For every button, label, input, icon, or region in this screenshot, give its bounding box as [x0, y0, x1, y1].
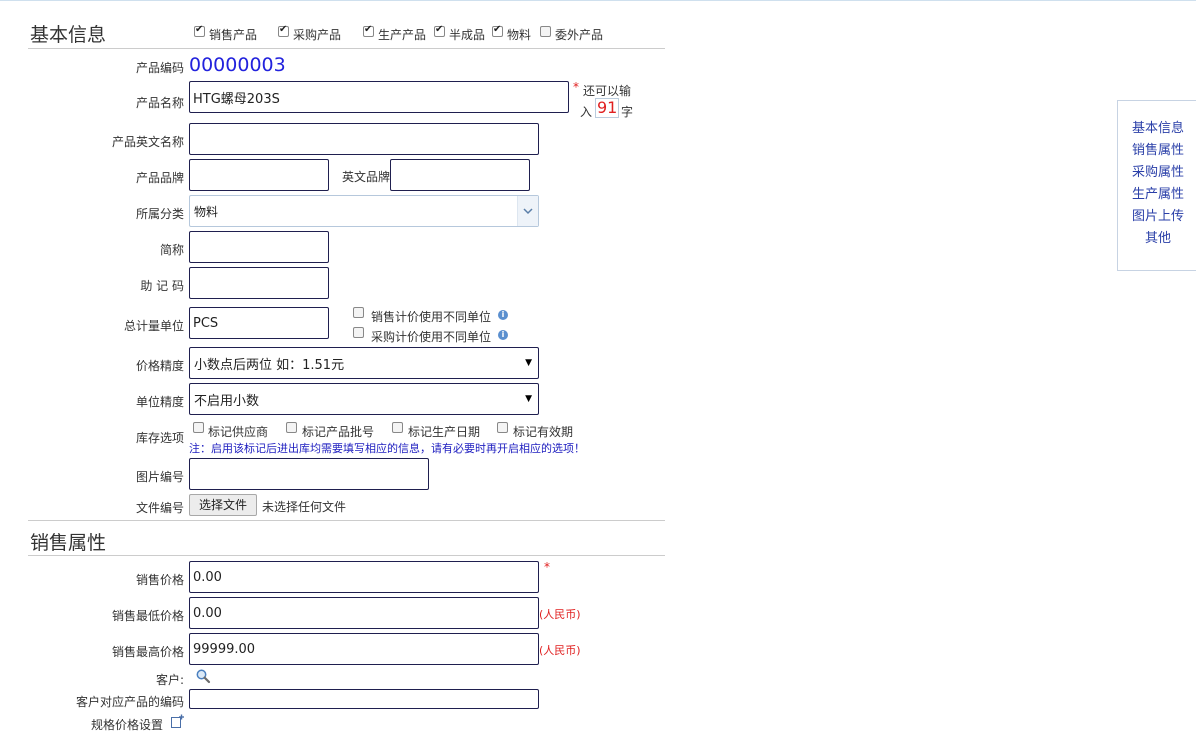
checkbox-label: 半成品	[449, 28, 486, 42]
max-price-label: 销售最高价格	[111, 645, 184, 659]
brand-label: 产品品牌	[135, 171, 184, 185]
checkbox-mark-batch[interactable]	[286, 422, 297, 433]
customer-code-input[interactable]	[189, 689, 539, 709]
stock-option-label: 标记供应商	[208, 425, 269, 439]
stock-options-label: 库存选项	[135, 431, 184, 445]
sale-price-input[interactable]: 0.00	[189, 561, 539, 593]
info-icon[interactable]: i	[498, 330, 508, 340]
product-name-input[interactable]: HTG螺母203S	[189, 81, 569, 113]
currency-unit: (人民币)	[539, 608, 581, 621]
english-name-input[interactable]	[189, 123, 539, 155]
price-precision-value: 小数点后两位 如：1.51元	[194, 357, 345, 373]
checkbox-outsourced[interactable]	[540, 26, 551, 37]
dropdown-arrow-icon: ▼	[525, 358, 532, 368]
stock-option-label: 标记产品批号	[302, 425, 375, 439]
stock-option-label: 标记有效期	[513, 425, 574, 439]
checkbox-label: 生产产品	[378, 28, 427, 42]
checkbox-semi-finished[interactable]	[434, 24, 445, 37]
file-no-label: 文件编号	[135, 501, 184, 515]
currency-unit: (人民币)	[539, 644, 581, 657]
english-brand-label: 英文品牌	[342, 170, 391, 184]
image-no-input[interactable]	[189, 458, 429, 490]
unit-precision-label: 单位精度	[135, 395, 184, 409]
sale-unit-label: 销售计价使用不同单位	[371, 310, 492, 324]
stock-note: 注：启用该标记后进出库均需要填写相应的信息，请有必要时再开启相应的选项！	[189, 442, 585, 455]
checkbox-sales-product[interactable]	[194, 24, 205, 37]
spec-price-label: 规格价格设置	[91, 718, 164, 732]
customer-code-label: 客户对应产品的编码	[75, 695, 184, 709]
sale-price-label: 销售价格	[135, 573, 184, 587]
unit-input[interactable]: PCS	[189, 307, 329, 339]
sidenav-item-production[interactable]: 生产属性	[1118, 183, 1196, 202]
max-price-input[interactable]: 99999.00	[189, 633, 539, 665]
short-name-input[interactable]	[189, 231, 329, 263]
mnemonic-label: 助 记 码	[140, 279, 184, 293]
english-brand-input[interactable]	[390, 159, 530, 191]
add-icon[interactable]	[170, 714, 185, 729]
category-select-value: 物料	[194, 204, 219, 219]
search-icon[interactable]	[195, 668, 211, 684]
checkbox-production-product[interactable]	[363, 24, 374, 37]
category-label: 所属分类	[135, 207, 184, 221]
min-price-label: 销售最低价格	[111, 609, 184, 623]
image-no-label: 图片编号	[135, 470, 184, 484]
chevron-down-icon	[517, 196, 538, 226]
required-marker: *	[544, 560, 550, 574]
checkbox-mark-production-date[interactable]	[392, 422, 403, 433]
section-title-sales: 销售属性	[30, 532, 107, 554]
unit-precision-select[interactable]: 不启用小数 ▼	[189, 383, 539, 415]
mnemonic-input[interactable]	[189, 267, 329, 299]
sidenav-item-other[interactable]: 其他	[1118, 227, 1196, 246]
short-name-label: 简称	[159, 243, 184, 257]
checkbox-material[interactable]	[492, 24, 503, 37]
sidenav-item-image-upload[interactable]: 图片上传	[1118, 205, 1196, 224]
remain-mid: 入	[580, 105, 593, 119]
english-name-label: 产品英文名称	[111, 135, 184, 149]
checkbox-sale-unit[interactable]	[353, 307, 364, 318]
product-code-label: 产品编码	[135, 61, 184, 75]
checkbox-mark-supplier[interactable]	[193, 422, 204, 433]
info-icon[interactable]: i	[498, 310, 508, 320]
product-name-label: 产品名称	[135, 96, 184, 110]
dropdown-arrow-icon: ▼	[525, 394, 532, 404]
side-navigation: 基本信息 销售属性 采购属性 生产属性 图片上传 其他	[1117, 100, 1196, 271]
checkbox-label: 物料	[507, 28, 532, 42]
checkbox-label: 采购产品	[293, 28, 342, 42]
category-select[interactable]: 物料	[189, 195, 539, 227]
checkbox-label: 委外产品	[555, 28, 604, 42]
sidenav-item-basic[interactable]: 基本信息	[1118, 117, 1196, 136]
brand-input[interactable]	[189, 159, 329, 191]
price-precision-select[interactable]: 小数点后两位 如：1.51元 ▼	[189, 347, 539, 379]
top-border	[0, 0, 1196, 1]
unit-label: 总计量单位	[123, 319, 184, 333]
file-status: 未选择任何文件	[262, 500, 347, 514]
checkbox-mark-expiry[interactable]	[497, 422, 508, 433]
min-price-input[interactable]: 0.00	[189, 597, 539, 629]
section-title-basic: 基本信息	[30, 24, 107, 46]
remain-count: 91	[595, 98, 620, 118]
sidenav-item-sales[interactable]: 销售属性	[1118, 139, 1196, 158]
customer-label: 客户:	[155, 673, 184, 687]
stock-option-label: 标记生产日期	[408, 425, 481, 439]
section-divider	[28, 48, 665, 49]
remain-prefix: 还可以输	[583, 84, 632, 98]
required-marker: *	[573, 80, 579, 94]
remain-suffix: 字	[621, 105, 634, 119]
checkbox-label: 销售产品	[209, 28, 258, 42]
section-divider	[28, 520, 665, 521]
product-code-value: 00000003	[189, 54, 286, 76]
checkbox-purchase-unit[interactable]	[353, 327, 364, 338]
unit-precision-value: 不启用小数	[194, 393, 260, 409]
checkbox-purchase-product[interactable]	[278, 24, 289, 37]
purchase-unit-label: 采购计价使用不同单位	[371, 330, 492, 344]
section-divider	[28, 555, 665, 556]
sidenav-item-purchase[interactable]: 采购属性	[1118, 161, 1196, 180]
choose-file-button[interactable]: 选择文件	[189, 494, 257, 516]
price-precision-label: 价格精度	[135, 359, 184, 373]
